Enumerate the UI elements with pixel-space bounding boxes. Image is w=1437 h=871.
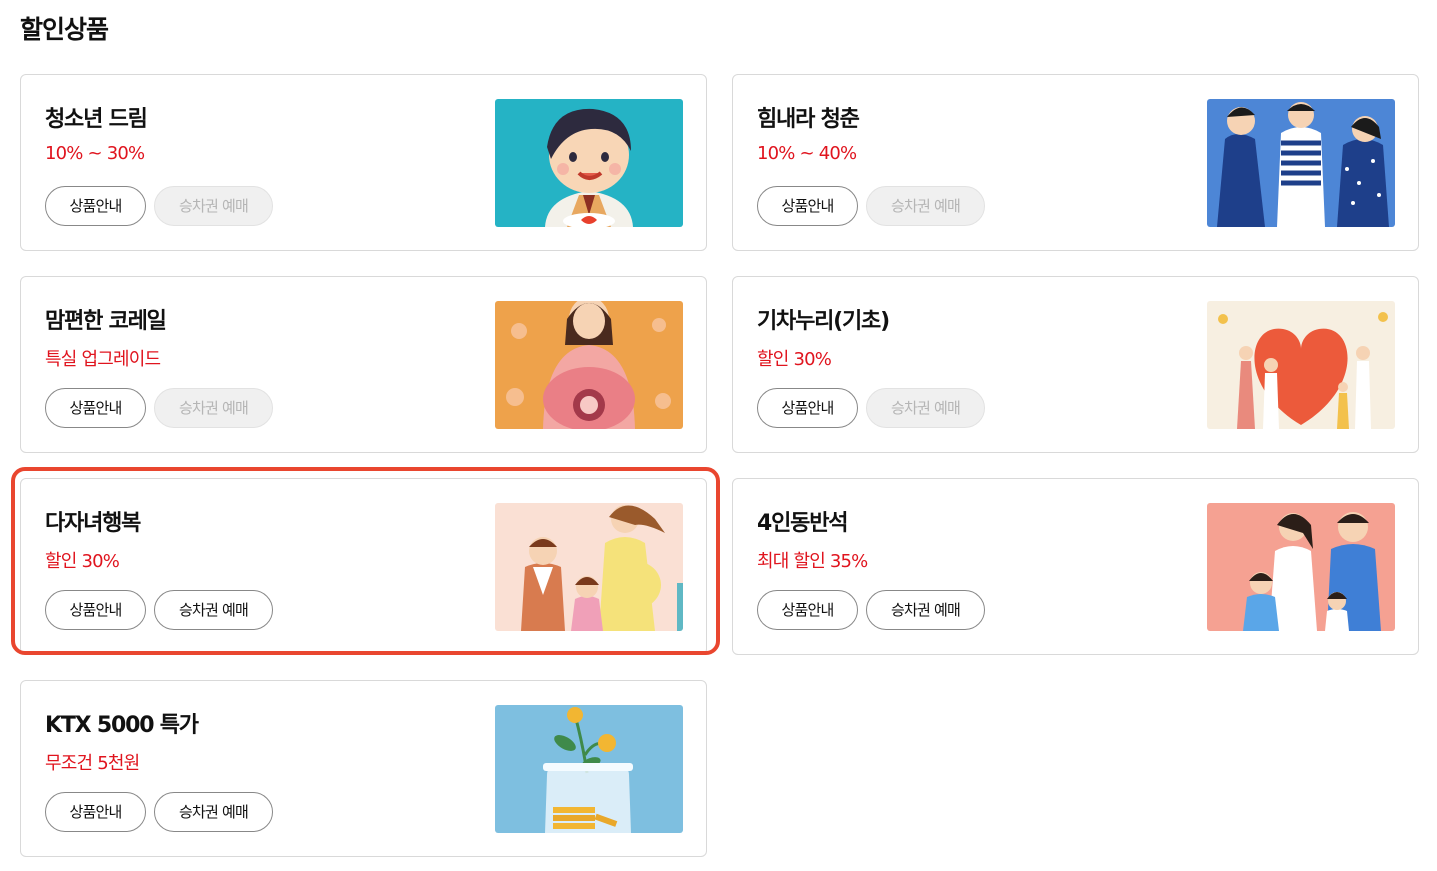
product-card-mom-korail: 맘편한 코레일 특실 업그레이드 상품안내 승차권 예매 [20, 276, 707, 453]
product-title: 기차누리(기초) [757, 309, 890, 334]
product-card-ktx-5000: KTX 5000 특가 무조건 5천원 상품안내 승차권 예매 [20, 680, 707, 857]
ticket-reserve-button[interactable]: 승차권 예매 [154, 590, 273, 630]
multi-child-family-illustration-image [495, 503, 683, 631]
product-discount-rate: 할인 30% [757, 349, 832, 370]
pregnant-mother-illustration-image [495, 301, 683, 429]
product-card-four-person-seat: 4인동반석 최대 할인 35% 상품안내 승차권 예매 [732, 478, 1419, 655]
product-discount-rate: 10% ~ 30% [45, 143, 145, 164]
ticket-reserve-button[interactable]: 승차권 예매 [866, 388, 985, 428]
product-info-button[interactable]: 상품안내 [45, 792, 146, 832]
heart-family-illustration-image [1207, 301, 1395, 429]
product-title: 다자녀행복 [45, 511, 141, 536]
ticket-reserve-button[interactable]: 승차권 예매 [154, 186, 273, 226]
product-info-button[interactable]: 상품안내 [757, 186, 858, 226]
product-title: KTX 5000 특가 [45, 713, 199, 738]
family-of-four-illustration-image [1207, 503, 1395, 631]
product-info-button[interactable]: 상품안내 [45, 186, 146, 226]
ticket-reserve-button[interactable]: 승차권 예매 [154, 792, 273, 832]
teen-illustration-image [495, 99, 683, 227]
ticket-reserve-button[interactable]: 승차권 예매 [154, 388, 273, 428]
product-discount-rate: 할인 30% [45, 551, 120, 572]
page-title: 할인상품 [20, 15, 109, 44]
youth-friends-illustration-image [1207, 99, 1395, 227]
product-card-multi-child: 다자녀행복 할인 30% 상품안내 승차권 예매 [20, 478, 707, 655]
product-card-gichanuri: 기차누리(기초) 할인 30% 상품안내 승차권 예매 [732, 276, 1419, 453]
product-info-button[interactable]: 상품안내 [45, 388, 146, 428]
product-info-button[interactable]: 상품안내 [757, 388, 858, 428]
product-discount-rate: 특실 업그레이드 [45, 349, 161, 370]
product-card-youth-cheer: 힘내라 청춘 10% ~ 40% 상품안내 승차권 예매 [732, 74, 1419, 251]
product-title: 맘편한 코레일 [45, 309, 167, 334]
product-title: 청소년 드림 [45, 107, 148, 132]
product-discount-rate: 10% ~ 40% [757, 143, 857, 164]
product-card-teen-dream: 청소년 드림 10% ~ 30% 상품안내 승차권 예매 [20, 74, 707, 251]
product-info-button[interactable]: 상품안내 [45, 590, 146, 630]
ticket-reserve-button[interactable]: 승차권 예매 [866, 590, 985, 630]
product-title: 힘내라 청춘 [757, 107, 860, 132]
product-title: 4인동반석 [757, 511, 848, 536]
product-discount-rate: 무조건 5천원 [45, 753, 140, 774]
product-info-button[interactable]: 상품안내 [757, 590, 858, 630]
product-discount-rate: 최대 할인 35% [757, 551, 868, 572]
coin-jar-illustration-image [495, 705, 683, 833]
ticket-reserve-button[interactable]: 승차권 예매 [866, 186, 985, 226]
